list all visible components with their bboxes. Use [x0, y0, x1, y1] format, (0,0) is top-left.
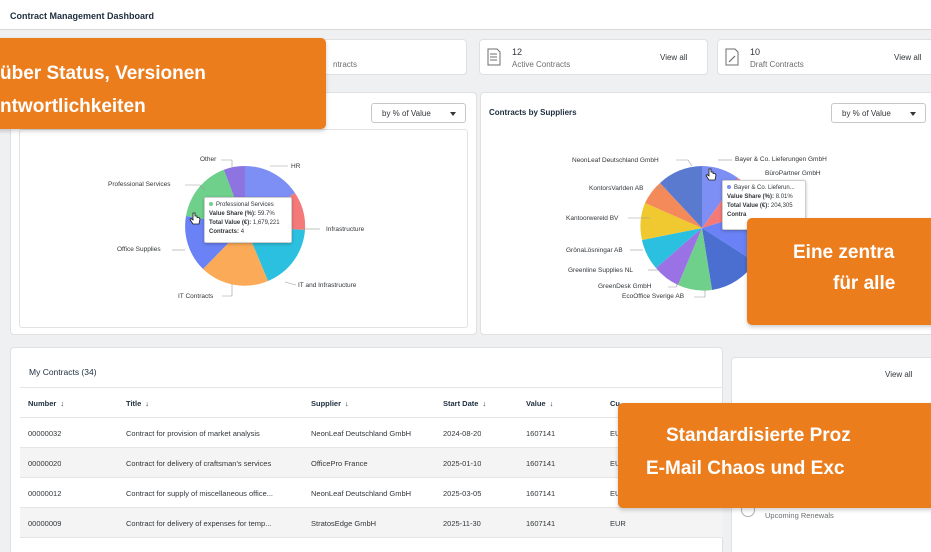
column-label: Value [526, 399, 546, 408]
callout-banner-bottom: Standardisierte Proz E-Mail Chaos und Ex… [618, 403, 931, 508]
tooltip-total-value: 204,305 [770, 203, 793, 209]
sort-arrow-icon: ↓ [60, 399, 65, 408]
column-header-title[interactable]: Title ↓ [126, 399, 149, 408]
view-all-link[interactable]: View all [885, 370, 912, 379]
series-color-dot [727, 185, 731, 189]
cell-start-date: 2024-08-20 [443, 429, 482, 438]
tooltip-total-label: Total Value (€): [727, 203, 770, 209]
banner-line: Standardisierte Proz [666, 425, 851, 446]
column-label: Supplier [311, 399, 342, 408]
column-label: Start Date [443, 399, 479, 408]
table-title: My Contracts (34) [29, 367, 97, 377]
sort-arrow-icon: ↓ [482, 399, 487, 408]
cell-value: 1607141 [526, 489, 556, 498]
cell-supplier: StratosEdge GmbH [311, 519, 377, 528]
pie-label-kantoorwereld: Kantoorwereld BV [566, 215, 619, 222]
column-label: Title [126, 399, 142, 408]
cell-value: 1607141 [526, 459, 556, 468]
callout-banner-top-left: über Status, Versionen ntwortlichkeiten [0, 38, 326, 129]
hand-pointer-icon [705, 168, 717, 181]
cell-value: 1607141 [526, 429, 556, 438]
pie-label-bayer: Bayer & Co. Lieferungen GmbH [735, 156, 827, 163]
pie-label-kontorsvarlden: KontorsVarlden AB [589, 185, 644, 192]
pie-label-bueropartner: BüroPartner GmbH [765, 170, 821, 177]
tooltip-series: Bayer & Co. Lieferun... [734, 185, 795, 191]
cell-number: 00000020 [28, 459, 62, 468]
banner-line: für alle [833, 273, 896, 294]
column-label: Number [28, 399, 57, 408]
cell-currency: EUR [610, 519, 626, 528]
cell-title: Contract for provision of market analysi… [126, 429, 260, 438]
sort-arrow-icon: ↓ [549, 399, 554, 408]
banner-line: ntwortlichkeiten [0, 96, 146, 117]
cell-supplier: NeonLeaf Deutschland GmbH [311, 489, 412, 498]
banner-line: über Status, Versionen [0, 63, 206, 84]
pie-label-greendesk: GreenDesk GmbH [598, 283, 652, 290]
sort-arrow-icon: ↓ [345, 399, 349, 408]
cell-supplier: OfficePro France [311, 459, 368, 468]
tooltip-share-value: 8.01% [775, 194, 793, 200]
sort-arrow-icon: ↓ [145, 399, 150, 408]
pie-label-greenline: Greenline Supplies NL [568, 267, 634, 274]
pie-label-groenaloesningar: GrönaLösningar AB [566, 247, 623, 254]
cell-start-date: 2025-01-10 [443, 459, 482, 468]
tooltip-share-label: Value Share (%): [727, 194, 775, 200]
banner-line: E-Mail Chaos und Exc [646, 458, 845, 479]
cell-number: 00000032 [28, 429, 62, 438]
cell-title: Contract for supply of miscellaneous off… [126, 489, 274, 498]
cell-value: 1607141 [526, 519, 556, 528]
column-header-number[interactable]: Number ↓ [28, 399, 64, 408]
cell-number: 00000009 [28, 519, 62, 528]
cell-supplier: NeonLeaf Deutschland GmbH [311, 429, 412, 438]
table-row[interactable]: 00000009 Contract for delivery of expens… [20, 508, 723, 538]
banner-line: Eine zentra [793, 242, 895, 263]
callout-banner-right: Eine zentra für alle [747, 218, 931, 325]
cell-title: Contract for delivery of expenses for te… [126, 519, 272, 528]
column-header-value[interactable]: Value ↓ [526, 399, 553, 408]
cell-start-date: 2025-11-30 [443, 519, 481, 528]
column-header-start-date[interactable]: Start Date ↓ [443, 399, 486, 408]
pie-label-ecooffice: EcoOffice Sverige AB [622, 293, 685, 300]
cell-start-date: 2025-03-05 [443, 489, 482, 498]
cell-number: 00000012 [28, 489, 62, 498]
cell-title: Contract for delivery of craftsman's ser… [126, 459, 272, 468]
upcoming-renewals-label: Upcoming Renewals [765, 511, 834, 520]
pie-label-neonleaf: NeonLeaf Deutschland GmbH [572, 157, 659, 164]
column-header-supplier[interactable]: Supplier ↓ [311, 399, 349, 408]
tooltip-contracts-label: Contra [727, 212, 747, 218]
